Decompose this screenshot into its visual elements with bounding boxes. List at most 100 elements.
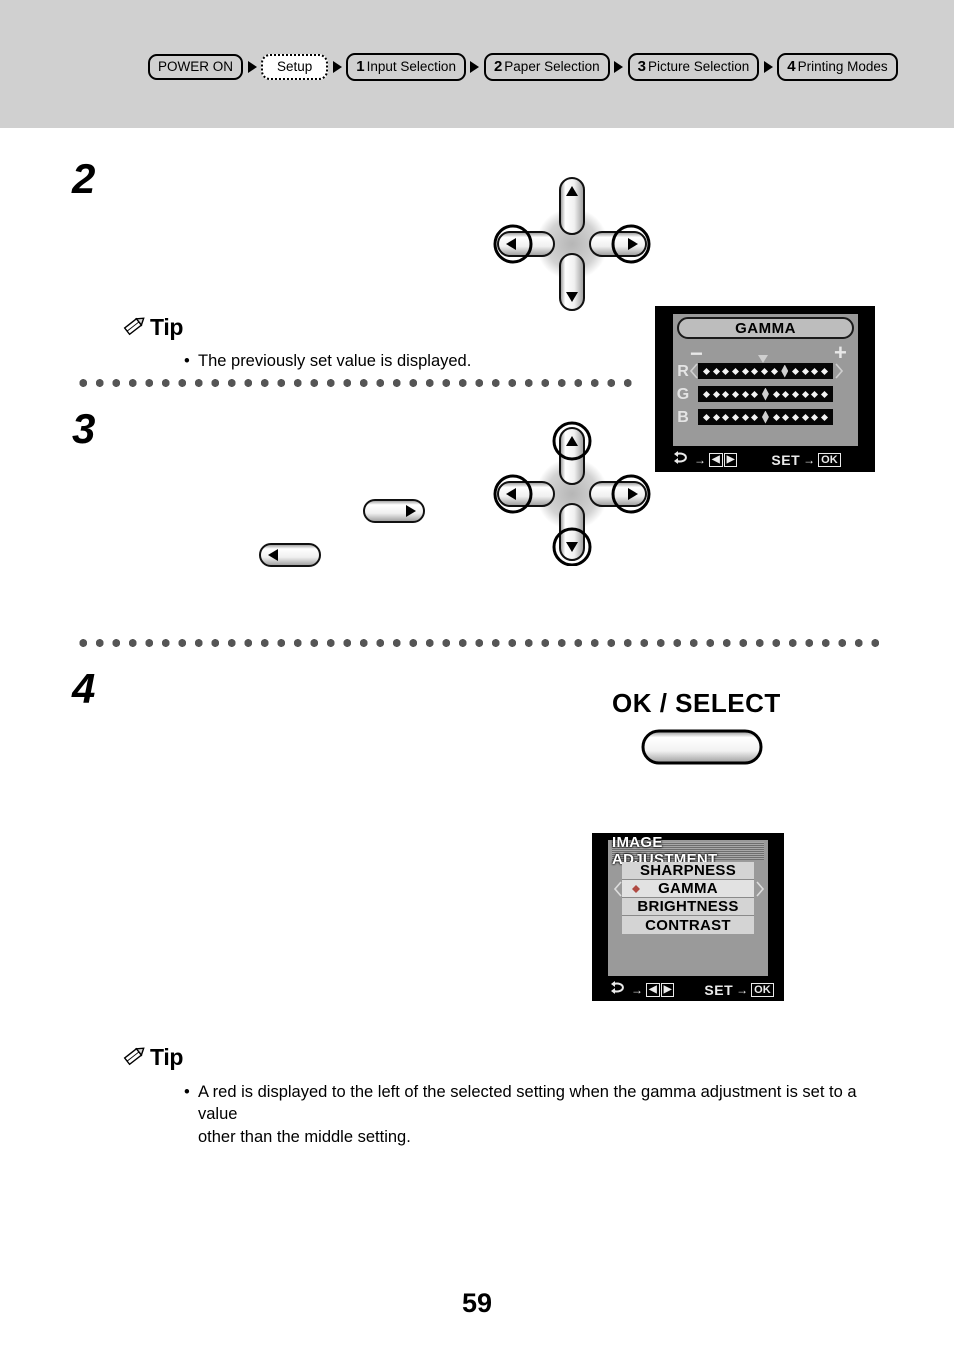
bullet-icon: • bbox=[184, 1083, 190, 1101]
slider-dot bbox=[741, 413, 749, 421]
breadcrumb-item-power-on[interactable]: POWER ON bbox=[148, 53, 244, 81]
menu-item-sharpness[interactable]: SHARPNESS bbox=[622, 862, 754, 880]
right-key-icon: ▶ bbox=[723, 453, 738, 467]
gamma-slider-g[interactable] bbox=[698, 386, 833, 402]
set-label: SET bbox=[771, 452, 801, 468]
slider-dot bbox=[820, 367, 828, 375]
step-number-2: 2 bbox=[72, 155, 96, 202]
slider-dot bbox=[782, 390, 790, 398]
right-key-icon: ▶ bbox=[660, 983, 675, 997]
breadcrumb-item-setup[interactable]: Setup bbox=[261, 53, 329, 81]
gamma-row-label-b: B bbox=[677, 409, 689, 426]
right-arrow-button[interactable] bbox=[362, 498, 426, 524]
breadcrumb-item-picture-selection[interactable]: 3 Picture Selection bbox=[627, 53, 760, 81]
tip-body-1: • The previously set value is displayed. bbox=[184, 350, 654, 372]
menu-item-brightness[interactable]: BRIGHTNESS bbox=[622, 898, 754, 916]
slider-dot bbox=[702, 413, 711, 421]
breadcrumb-item-paper-selection[interactable]: 2 Paper Selection bbox=[483, 53, 610, 81]
slider-dot bbox=[791, 413, 799, 421]
slider-dot bbox=[741, 367, 749, 375]
tip-text-line-2: other than the middle setting. bbox=[198, 1127, 411, 1146]
pencil-icon bbox=[122, 1043, 148, 1072]
slider-dot bbox=[782, 413, 790, 421]
arrow-to-icon: → bbox=[694, 453, 706, 467]
breadcrumb-label: Setup bbox=[277, 58, 313, 74]
slider-dot bbox=[722, 390, 730, 398]
breadcrumb: POWER ON Setup 1 Input Selection 2 Paper… bbox=[148, 53, 898, 81]
step-number-3: 3 bbox=[72, 405, 96, 452]
gamma-right-caret-icon bbox=[835, 363, 844, 384]
slider-dot bbox=[741, 390, 749, 398]
breadcrumb-arrow-icon bbox=[245, 59, 259, 75]
left-arrow-button[interactable] bbox=[258, 542, 322, 568]
slider-dot bbox=[791, 390, 799, 398]
cycle-arrow-icon bbox=[610, 981, 628, 999]
breadcrumb-number: 1 bbox=[356, 58, 365, 75]
menu-item-gamma[interactable]: GAMMA bbox=[622, 880, 754, 898]
slider-dot bbox=[801, 390, 809, 398]
slider-dot bbox=[751, 413, 759, 421]
slider-dot bbox=[791, 367, 799, 375]
slider-dot bbox=[712, 367, 720, 375]
gamma-slider-r[interactable] bbox=[698, 363, 833, 379]
dpad-step-2[interactable] bbox=[492, 172, 652, 312]
breadcrumb-label: Picture Selection bbox=[647, 58, 750, 74]
menu-item-label: BRIGHTNESS bbox=[637, 898, 739, 915]
slider-dot bbox=[772, 413, 780, 421]
gamma-left-caret-icon bbox=[689, 363, 698, 384]
slider-dot bbox=[751, 390, 759, 398]
breadcrumb-item-printing-modes[interactable]: 4 Printing Modes bbox=[777, 53, 898, 81]
arrow-to-icon: → bbox=[736, 983, 749, 997]
slider-dot bbox=[722, 367, 730, 375]
menu-item-label: CONTRAST bbox=[645, 916, 731, 934]
section-divider-1 bbox=[75, 379, 640, 387]
breadcrumb-arrow-icon bbox=[612, 59, 626, 75]
slider-dot bbox=[731, 413, 740, 421]
bullet-icon: • bbox=[184, 352, 190, 370]
tip-heading-1: Tip bbox=[122, 313, 183, 342]
gamma-row-label-r: R bbox=[677, 363, 689, 380]
slider-dot bbox=[760, 367, 768, 375]
breadcrumb-label: POWER ON bbox=[158, 58, 234, 74]
gamma-title-text: GAMMA bbox=[735, 319, 796, 337]
gamma-slider-b[interactable] bbox=[698, 409, 833, 425]
tip-label: Tip bbox=[150, 314, 184, 340]
breadcrumb-item-input-selection[interactable]: 1 Input Selection bbox=[346, 53, 466, 81]
slider-dot bbox=[811, 390, 819, 398]
section-divider-2 bbox=[75, 639, 880, 647]
ok-select-label: OK / SELECT bbox=[612, 688, 781, 718]
breadcrumb-number: 2 bbox=[493, 58, 503, 75]
slider-marker bbox=[761, 410, 769, 424]
page-number: 59 bbox=[461, 1288, 493, 1318]
breadcrumb-label: Printing Modes bbox=[797, 58, 888, 74]
slider-dot bbox=[801, 413, 809, 421]
cycle-arrow-icon bbox=[673, 451, 691, 469]
menu-item-contrast[interactable]: CONTRAST bbox=[622, 916, 754, 934]
tip-label: Tip bbox=[150, 1044, 184, 1070]
slider-dot bbox=[820, 413, 828, 421]
slider-dot bbox=[770, 367, 778, 375]
pencil-icon bbox=[122, 313, 148, 342]
menu-item-label: GAMMA bbox=[658, 880, 718, 897]
menu-right-caret-icon bbox=[756, 881, 765, 902]
dpad-step-3[interactable] bbox=[492, 418, 652, 566]
ok-select-button[interactable] bbox=[640, 728, 764, 766]
slider-dot bbox=[702, 367, 711, 375]
slider-dot bbox=[731, 367, 740, 375]
arrow-to-icon: → bbox=[631, 983, 643, 997]
slider-dot bbox=[712, 390, 720, 398]
image-adjustment-footer-bar: → ◀ ▶ SET → OK bbox=[610, 981, 780, 999]
breadcrumb-arrow-icon bbox=[761, 59, 775, 75]
slider-dot bbox=[702, 390, 711, 398]
gamma-plus-label: + bbox=[834, 340, 847, 365]
slider-dot bbox=[751, 367, 759, 375]
arrow-to-icon: → bbox=[803, 453, 816, 467]
gamma-lcd-screen: GAMMA − + R G B → ◀ ▶ SET → OK bbox=[655, 306, 875, 472]
breadcrumb-label: Input Selection bbox=[366, 58, 456, 74]
breadcrumb-number: 4 bbox=[787, 58, 796, 75]
step-number-4: 4 bbox=[72, 665, 96, 712]
slider-dot bbox=[712, 413, 720, 421]
gamma-lcd-body: GAMMA − + R G B bbox=[673, 314, 858, 446]
slider-dot bbox=[811, 367, 819, 375]
gamma-row-label-g: G bbox=[676, 386, 690, 403]
